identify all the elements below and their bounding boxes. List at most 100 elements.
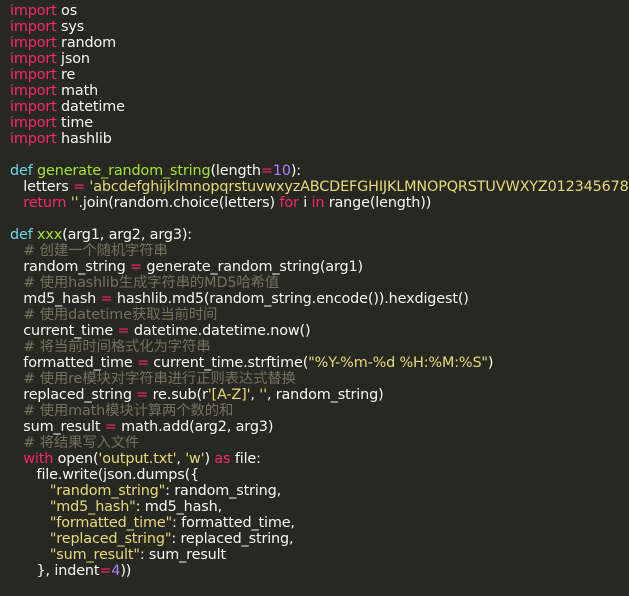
- code-token-keyword: import: [10, 19, 57, 35]
- code-editor[interactable]: import os import sys import random import j…: [0, 0, 629, 579]
- code-token-keyword: import: [10, 3, 57, 19]
- code-token-string: 'w': [185, 451, 205, 467]
- code-token-string: 'abcdefghijklmnopqrstuvwxyzABCDEFGHIJKLM…: [89, 179, 629, 195]
- code-token-text: time: [56, 115, 93, 131]
- code-line[interactable]: [10, 147, 629, 163]
- code-token-comment: # 将当前时间格式化为字符串: [23, 339, 211, 355]
- code-line[interactable]: import random: [10, 35, 629, 51]
- code-token-text: letters: [10, 179, 74, 195]
- code-line[interactable]: "md5_hash": md5_hash,: [10, 499, 629, 515]
- code-token-comment: # 使用re模块对字符串进行正则表达式替换: [23, 371, 296, 387]
- code-line[interactable]: # 使用datetime获取当前时间: [10, 307, 629, 323]
- code-token-text: file:: [230, 451, 261, 467]
- code-line[interactable]: "formatted_time": formatted_time,: [10, 515, 629, 531]
- code-token-text: ):: [290, 163, 302, 179]
- code-line[interactable]: # 将结果写入文件: [10, 435, 629, 451]
- code-line[interactable]: # 使用re模块对字符串进行正则表达式替换: [10, 371, 629, 387]
- code-line[interactable]: md5_hash = hashlib.md5(random_string.enc…: [10, 291, 629, 307]
- code-line[interactable]: # 使用math模块计算两个数的和: [10, 403, 629, 419]
- code-token-keyword: import: [10, 131, 57, 147]
- code-token-string: 'output.txt': [98, 451, 177, 467]
- code-line[interactable]: import time: [10, 115, 629, 131]
- code-line[interactable]: [10, 211, 629, 227]
- code-line[interactable]: import re: [10, 67, 629, 83]
- code-token-comment: # 将结果写入文件: [23, 435, 140, 451]
- code-token-operator: =: [130, 259, 142, 275]
- code-line[interactable]: def xxx(arg1, arg2, arg3):: [10, 227, 629, 243]
- code-line[interactable]: current_time = datetime.datetime.now(): [10, 323, 629, 339]
- code-line[interactable]: import datetime: [10, 99, 629, 115]
- code-line[interactable]: # 创建一个随机字符串: [10, 243, 629, 259]
- code-line[interactable]: # 使用hashlib生成字符串的MD5哈希值: [10, 275, 629, 291]
- code-line[interactable]: import hashlib: [10, 131, 629, 147]
- code-token-comment: # 使用datetime获取当前时间: [23, 307, 218, 323]
- code-token-keyword: import: [10, 83, 57, 99]
- code-line[interactable]: file.write(json.dumps({: [10, 467, 629, 483]
- code-line[interactable]: sum_result = math.add(arg2, arg3): [10, 419, 629, 435]
- code-token-keyword: as: [214, 451, 231, 467]
- code-token-string: "random_string": [49, 483, 166, 499]
- code-token-keyword: with: [23, 451, 54, 467]
- code-token-keyword: return: [23, 195, 67, 211]
- code-token-number: 10: [272, 163, 291, 179]
- code-token-funcname: generate_random_string: [37, 163, 211, 179]
- code-line[interactable]: import json: [10, 51, 629, 67]
- code-token-text: random: [56, 35, 116, 51]
- code-token-text: i: [298, 195, 312, 211]
- code-token-funcname: xxx: [37, 227, 63, 243]
- code-line[interactable]: "replaced_string": replaced_string,: [10, 531, 629, 547]
- code-line[interactable]: import math: [10, 83, 629, 99]
- code-line[interactable]: "sum_result": sum_result: [10, 547, 629, 563]
- code-token-text: range(length)): [324, 195, 432, 211]
- code-token-string: "%Y-%m-%d %H:%M:%S": [308, 355, 488, 371]
- code-line[interactable]: def generate_random_string(length=10):: [10, 163, 629, 179]
- code-token-text: replaced_string: [10, 387, 137, 403]
- code-token-operator: =: [260, 163, 273, 179]
- code-line[interactable]: "random_string": random_string,: [10, 483, 629, 499]
- code-token-text: , random_string): [266, 387, 384, 403]
- code-token-text: ): [487, 355, 494, 371]
- code-token-keyword: import: [10, 115, 57, 131]
- code-token-string: '': [259, 387, 267, 403]
- code-token-text: current_time: [10, 323, 118, 339]
- code-token-string: "replaced_string": [49, 531, 172, 547]
- code-token-text: hashlib: [56, 131, 112, 147]
- code-token-keyword: import: [10, 99, 57, 115]
- code-token-keyword: in: [311, 195, 325, 211]
- code-token-operator: =: [117, 323, 130, 339]
- code-line[interactable]: }, indent=4)): [10, 563, 629, 579]
- code-token-text: re: [56, 67, 76, 83]
- code-token-string: '[A-Z]': [207, 387, 251, 403]
- code-token-def: def: [10, 227, 33, 243]
- code-token-operator: =: [136, 387, 149, 403]
- code-token-text: md5_hash: [10, 291, 101, 307]
- code-token-comment: # 创建一个随机字符串: [23, 243, 168, 259]
- code-line[interactable]: return ''.join(random.choice(letters) fo…: [10, 195, 629, 211]
- code-line[interactable]: import sys: [10, 19, 629, 35]
- code-token-text: ): [204, 451, 215, 467]
- code-token-operator: =: [99, 563, 112, 579]
- code-line[interactable]: letters = 'abcdefghijklmnopqrstuvwxyzABC…: [10, 179, 629, 195]
- code-token-text: : md5_hash,: [135, 499, 223, 515]
- code-token-string: "sum_result": [49, 547, 140, 563]
- code-token-text: json: [56, 51, 90, 67]
- code-line[interactable]: import os: [10, 3, 629, 19]
- code-line[interactable]: replaced_string = re.sub(r'[A-Z]', '', r…: [10, 387, 629, 403]
- code-token-text: (length: [210, 163, 261, 179]
- code-line[interactable]: # 将当前时间格式化为字符串: [10, 339, 629, 355]
- code-line[interactable]: random_string = generate_random_string(a…: [10, 259, 629, 275]
- code-token-text: re.sub(r: [148, 387, 208, 403]
- code-token-operator: =: [104, 419, 117, 435]
- code-line[interactable]: with open('output.txt', 'w') as file:: [10, 451, 629, 467]
- code-line[interactable]: formatted_time = current_time.strftime("…: [10, 355, 629, 371]
- code-token-text: math.add(arg2, arg3): [116, 419, 274, 435]
- code-token-operator: =: [100, 291, 113, 307]
- code-token-keyword: import: [10, 51, 57, 67]
